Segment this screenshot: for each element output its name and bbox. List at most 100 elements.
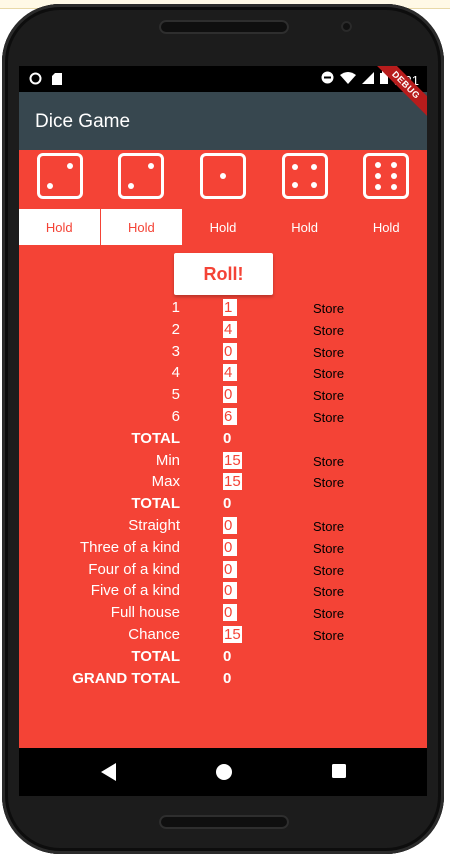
store-button[interactable]: Store	[313, 366, 344, 381]
roll-button[interactable]: Roll!	[174, 253, 273, 295]
total-value: 0	[223, 647, 232, 665]
store-button[interactable]: Store	[313, 388, 344, 403]
score-row: Min 15 Store	[19, 450, 427, 472]
score-value: 0	[223, 604, 237, 622]
navigation-bar	[19, 748, 427, 796]
store-button[interactable]: Store	[313, 563, 344, 578]
die-pip	[391, 184, 398, 191]
score-label: 5	[171, 386, 180, 404]
score-row: Max 15 Store	[19, 471, 427, 493]
hold-button-4[interactable]: Hold	[264, 209, 346, 245]
score-label: TOTAL	[131, 647, 180, 665]
die-pip	[310, 182, 317, 189]
die-3	[200, 153, 246, 199]
die-pip	[292, 182, 299, 189]
score-value: 0	[223, 517, 237, 534]
score-value: 0	[223, 386, 237, 404]
phone-frame: 9:21 Dice Game DEBUG HoldHoldHoldHoldHol…	[2, 4, 444, 854]
circle-notification-icon	[29, 72, 42, 90]
store-button[interactable]: Store	[313, 475, 344, 490]
score-label: Four of a kind	[88, 560, 180, 578]
score-row: Full house 0 Store	[19, 602, 427, 624]
recents-icon[interactable]	[331, 763, 347, 784]
score-value: 1	[223, 299, 237, 316]
bottom-speaker	[159, 815, 289, 829]
store-button[interactable]: Store	[313, 454, 344, 469]
score-row: Four of a kind 0 Store	[19, 559, 427, 581]
app-bar: Dice Game	[19, 92, 427, 150]
score-label: 3	[171, 342, 180, 360]
score-label: Full house	[110, 604, 180, 622]
die-2	[118, 153, 165, 199]
score-label: Five of a kind	[90, 582, 180, 600]
die-pip	[391, 173, 398, 179]
score-value: 0	[223, 538, 237, 556]
score-label: TOTAL	[131, 495, 180, 513]
score-label: GRAND TOTAL	[72, 669, 180, 687]
store-button[interactable]: Store	[313, 410, 344, 425]
die-pip	[46, 183, 53, 189]
hold-button-5[interactable]: Hold	[345, 209, 427, 245]
score-value: 0	[223, 582, 237, 600]
total-value: 0	[223, 429, 232, 447]
score-row: Chance 15 Store	[19, 624, 427, 646]
total-row: TOTAL 0	[19, 646, 427, 668]
total-row: GRAND TOTAL 0	[19, 668, 427, 690]
score-value: 0	[223, 560, 237, 578]
score-row: 1 1 Store	[19, 297, 427, 319]
score-label: 1	[171, 299, 180, 316]
score-label: 4	[171, 364, 180, 382]
status-bar: 9:21	[19, 66, 427, 92]
front-camera	[341, 21, 352, 32]
score-row: 3 0 Store	[19, 341, 427, 363]
die-5	[363, 153, 410, 199]
game-content: Hold Hold Hold Hold Hold Roll! 1 1 Store 2 4 Stor…	[19, 150, 427, 748]
die-pip	[310, 163, 317, 170]
score-value: 15	[223, 451, 242, 469]
score-row: 6 6 Store	[19, 406, 427, 428]
total-row: TOTAL 0	[19, 493, 427, 515]
score-value: 0	[223, 342, 237, 360]
die-pip	[375, 184, 382, 191]
score-label: Three of a kind	[79, 538, 180, 556]
score-value: 6	[223, 408, 237, 425]
die-pip	[375, 161, 382, 168]
device-screen: 9:21 Dice Game DEBUG HoldHoldHoldHoldHol…	[19, 66, 427, 796]
store-button[interactable]: Store	[313, 301, 344, 316]
score-label: 2	[171, 320, 180, 338]
store-button[interactable]: Store	[313, 628, 344, 643]
store-button[interactable]: Store	[313, 541, 344, 556]
signal-icon	[361, 71, 374, 89]
score-row: Straight 0 Store	[19, 515, 427, 537]
die-pip	[375, 173, 382, 179]
score-label: Straight	[128, 517, 180, 534]
die-4	[281, 153, 328, 199]
score-label: 6	[171, 408, 180, 425]
die-pip	[148, 163, 155, 169]
score-row: Three of a kind 0 Store	[19, 537, 427, 559]
hold-button-3[interactable]: Hold	[182, 209, 264, 245]
back-icon[interactable]	[101, 763, 117, 786]
score-row: 2 4 Store	[19, 319, 427, 341]
dnd-icon	[321, 71, 334, 89]
die-pip	[391, 161, 398, 168]
store-button[interactable]: Store	[313, 345, 344, 360]
die-pip	[220, 173, 226, 179]
store-button[interactable]: Store	[313, 584, 344, 599]
hold-button-2[interactable]: Hold	[100, 209, 183, 245]
score-label: Max	[151, 473, 180, 491]
store-button[interactable]: Store	[313, 606, 344, 621]
score-label: TOTAL	[131, 429, 180, 447]
score-label: Min	[155, 451, 180, 469]
score-row: 4 4 Store	[19, 362, 427, 384]
score-value: 4	[223, 320, 237, 338]
score-row: 5 0 Store	[19, 384, 427, 406]
store-button[interactable]: Store	[313, 519, 344, 534]
total-row: TOTAL 0	[19, 428, 427, 450]
hold-button-1[interactable]: Hold	[19, 209, 100, 245]
app-title: Dice Game	[35, 111, 131, 132]
home-icon[interactable]	[215, 763, 233, 786]
score-row: Five of a kind 0 Store	[19, 580, 427, 602]
total-value: 0	[223, 669, 232, 687]
store-button[interactable]: Store	[313, 323, 344, 338]
